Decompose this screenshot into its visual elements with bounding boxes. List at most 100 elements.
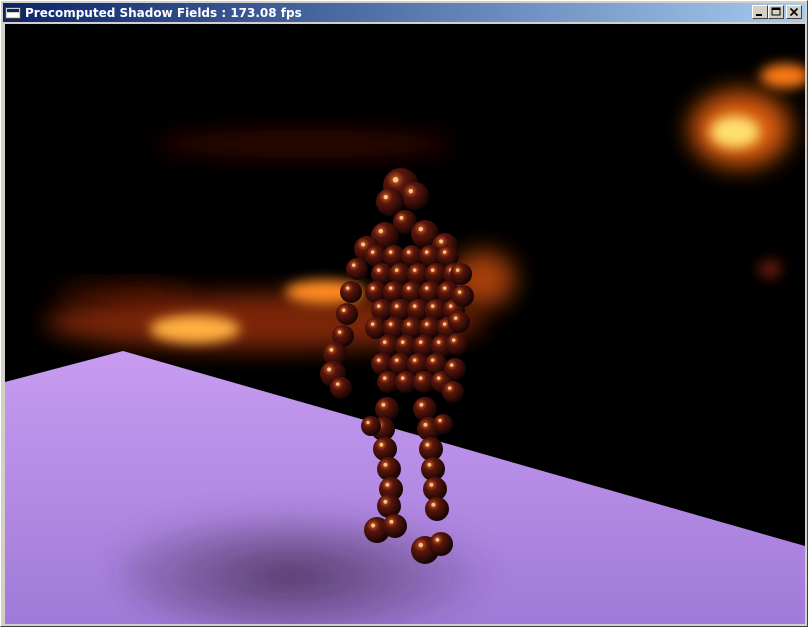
sphere-highlight: [394, 304, 399, 308]
character-sphere: [375, 397, 399, 421]
sphere-highlight: [453, 316, 458, 320]
sphere-highlight: [419, 402, 424, 407]
character-sphere: [442, 381, 464, 403]
render-viewport[interactable]: [5, 24, 805, 624]
sphere-highlight: [345, 286, 350, 290]
sphere-highlight: [418, 340, 423, 344]
sphere-highlight: [412, 268, 417, 272]
maximize-button[interactable]: [768, 5, 784, 19]
character-sphere: [346, 258, 368, 280]
sphere-highlight: [436, 376, 441, 380]
sphere-highlight: [389, 519, 394, 524]
character-sphere: [373, 437, 397, 461]
sphere-highlight: [448, 304, 453, 308]
sphere-highlight: [424, 286, 429, 290]
sphere-highlight: [442, 286, 447, 290]
sphere-highlight: [341, 308, 346, 312]
character-sphere: [444, 358, 466, 380]
character-sphere: [330, 377, 352, 399]
sphere-highlight: [394, 268, 399, 272]
app-icon[interactable]: [5, 6, 21, 20]
sphere-highlight: [388, 286, 393, 290]
sphere-highlight: [392, 176, 399, 183]
sphere-highlight: [394, 358, 399, 362]
sphere-highlight: [430, 268, 435, 272]
minimize-icon: [756, 14, 762, 16]
character-sphere: [429, 532, 453, 556]
sphere-highlight: [436, 340, 441, 344]
sphere-highlight: [327, 367, 332, 372]
character-sphere: [383, 514, 407, 538]
sphere-highlight: [361, 242, 366, 247]
sphere-highlight: [439, 239, 444, 244]
sphere-highlight: [383, 462, 388, 467]
sphere-highlight: [383, 194, 389, 200]
sphere-highlight: [442, 250, 447, 254]
character-sphere: [401, 182, 429, 210]
sphere-highlight: [449, 363, 454, 367]
sphere-highlight: [370, 250, 375, 254]
sphere-highlight: [388, 250, 393, 254]
sphere-highlight: [366, 420, 370, 425]
character-sphere: [452, 285, 474, 307]
sphere-highlight: [376, 268, 381, 272]
sphere-highlight: [412, 358, 417, 362]
sphere-highlight: [451, 338, 456, 342]
sphere-highlight: [383, 499, 388, 504]
sphere-highlight: [351, 263, 356, 267]
sphere-highlight: [385, 482, 390, 487]
sphere-highlight: [400, 376, 405, 380]
sphere-highlight: [388, 322, 393, 326]
sphere-highlight: [371, 523, 376, 528]
sphere-highlight: [335, 382, 340, 386]
sphere-highlight: [431, 502, 436, 507]
sphere-highlight: [376, 358, 381, 362]
sphere-highlight: [425, 442, 430, 447]
maximize-icon: [771, 7, 781, 16]
title-bar[interactable]: Precomputed Shadow Fields : 173.08 fps: [3, 3, 805, 22]
sphere-highlight: [379, 442, 384, 447]
sphere-highlight: [370, 322, 375, 326]
sphere-highlight: [400, 340, 405, 344]
sphere-highlight: [406, 286, 411, 290]
sphere-highlight: [418, 542, 424, 548]
sphere-highlight: [406, 250, 411, 254]
sphere-highlight: [418, 376, 423, 380]
character-sphere: [340, 281, 362, 303]
character-sphere: [425, 497, 449, 521]
character-sphere: [450, 263, 472, 285]
sphere-highlight: [424, 322, 429, 326]
sphere-highlight: [435, 537, 440, 542]
title-controls: [752, 5, 802, 19]
close-icon: [789, 7, 799, 17]
sphere-highlight: [399, 215, 404, 220]
sphere-highlight: [376, 304, 381, 308]
close-button[interactable]: [786, 5, 802, 19]
sphere-highlight: [408, 188, 414, 194]
sphere-highlight: [427, 462, 432, 467]
sphere-highlight: [455, 268, 460, 272]
sphere-highlight: [430, 304, 435, 308]
character-sphere: [446, 333, 468, 355]
sphere-highlight: [424, 250, 429, 254]
sphere-highlight: [337, 330, 342, 334]
sphere-highlight: [412, 304, 417, 308]
sphere-highlight: [382, 340, 387, 344]
app-window: Precomputed Shadow Fields : 173.08 fps: [0, 0, 808, 627]
sphere-highlight: [430, 358, 435, 362]
minimize-button[interactable]: [752, 5, 768, 19]
sphere-highlight: [329, 347, 334, 352]
sphere-highlight: [447, 386, 452, 390]
sphere-highlight: [429, 482, 434, 487]
sphere-highlight: [418, 226, 424, 232]
character-sphere: [336, 303, 358, 325]
sphere-highlight: [382, 376, 387, 380]
sphere-highlight: [423, 422, 428, 427]
sphere-highlight: [457, 290, 462, 294]
sphere-highlight: [381, 402, 386, 407]
sphere-highlight: [406, 322, 411, 326]
character-sphere: [433, 414, 453, 434]
character-sphere: [361, 416, 381, 436]
window-title: Precomputed Shadow Fields : 173.08 fps: [25, 5, 302, 20]
sphere-highlight: [370, 286, 375, 290]
